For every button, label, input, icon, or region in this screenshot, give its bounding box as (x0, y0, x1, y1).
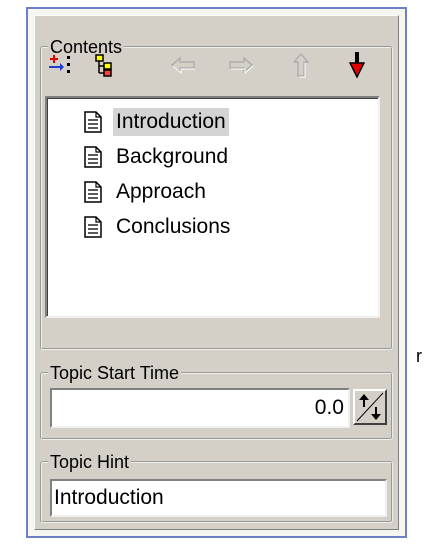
topic-hint-legend: Topic Hint (50, 452, 130, 472)
arrow-left-icon (171, 56, 195, 74)
move-down-button[interactable] (341, 48, 373, 82)
window-frame: Contents Introduction Background Approac… (26, 7, 407, 538)
document-icon (84, 216, 102, 238)
document-icon (84, 146, 102, 168)
topic-start-time-legend: Topic Start Time (50, 363, 180, 383)
tree-item-approach[interactable]: Approach (83, 176, 209, 208)
document-icon (84, 181, 102, 203)
arrow-down-icon (348, 52, 366, 79)
topic-tree-icon (95, 54, 112, 77)
topic-hint-input[interactable]: Introduction (50, 479, 387, 517)
topic-start-time-input[interactable]: 0.0 (50, 388, 350, 428)
tree-item-introduction[interactable]: Introduction (83, 106, 229, 138)
topic-tree[interactable]: Introduction Background Approach Conclus… (45, 96, 380, 318)
tree-item-label: Approach (116, 180, 206, 203)
contents-toolbar (45, 48, 375, 84)
tree-item-label: Conclusions (116, 215, 231, 238)
start-time-spinner-button[interactable] (353, 389, 387, 425)
spin-up-down-icon (356, 392, 384, 422)
arrow-right-icon (229, 56, 254, 74)
contents-panel: Contents Introduction Background Approac… (34, 15, 399, 530)
document-icon (84, 111, 102, 133)
tree-item-background[interactable]: Background (83, 141, 231, 173)
tree-item-label: Background (116, 145, 229, 168)
move-right-button[interactable] (225, 48, 257, 82)
add-topic-button[interactable] (45, 48, 77, 82)
topic-tree-button[interactable] (89, 48, 121, 82)
arrow-up-icon (292, 53, 310, 78)
move-up-button[interactable] (285, 48, 317, 82)
add-topic-icon (49, 55, 70, 73)
tree-item-conclusions[interactable]: Conclusions (83, 211, 233, 243)
stray-text: r (416, 347, 422, 365)
tree-item-label: Introduction (113, 108, 229, 136)
move-left-button[interactable] (167, 48, 199, 82)
